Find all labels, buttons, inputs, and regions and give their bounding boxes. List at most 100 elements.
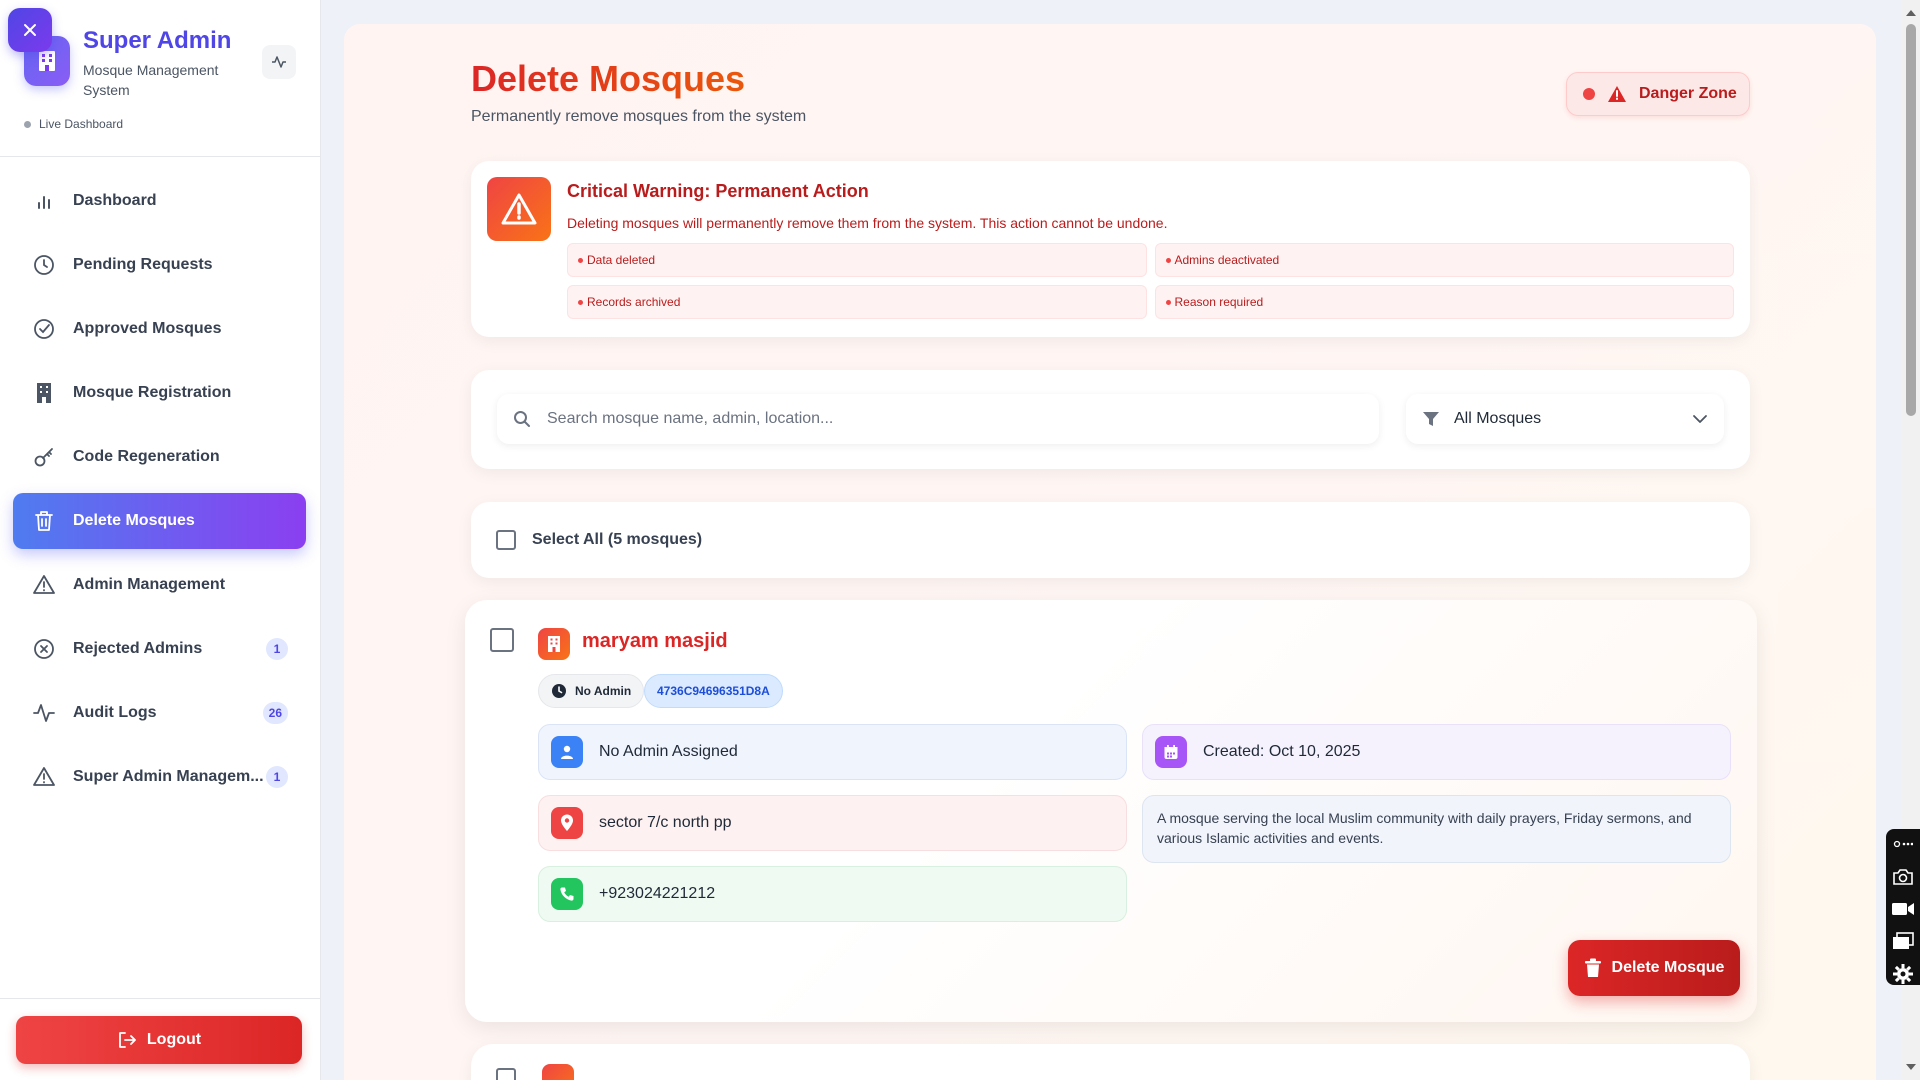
page-title: Delete Mosques	[471, 58, 746, 99]
sidebar-item-label: Approved Mosques	[73, 320, 222, 337]
count-badge: 26	[262, 702, 288, 724]
building-icon	[39, 51, 55, 71]
activity-icon	[272, 56, 286, 68]
brand-title: Super Admin	[83, 27, 232, 54]
sidebar-item-label: Mosque Registration	[73, 384, 232, 401]
live-status: Live Dashboard	[24, 117, 123, 131]
search-box[interactable]	[497, 394, 1379, 444]
phone-info: +923024221212	[538, 866, 1127, 922]
sidebar-footer-divider	[0, 998, 321, 999]
video-camera-icon[interactable]	[1891, 898, 1915, 920]
building-icon	[542, 1064, 574, 1080]
delete-mosque-label: Delete Mosque	[1611, 959, 1725, 976]
mosque-select-checkbox[interactable]	[496, 1068, 516, 1080]
logout-button[interactable]: Logout	[16, 1016, 302, 1064]
sidebar-item-label: Dashboard	[73, 192, 157, 209]
status-badge-label: No Admin	[575, 684, 632, 698]
location-info: sector 7/c north pp	[538, 795, 1127, 851]
bullet-icon	[1165, 299, 1171, 305]
sidebar-item-mosque-registration[interactable]: Mosque Registration	[13, 365, 306, 421]
activity-button[interactable]	[262, 45, 296, 79]
sidebar-nav: Dashboard Pending Requests Approved Mosq…	[13, 173, 306, 813]
camera-icon[interactable]	[1891, 865, 1915, 887]
select-all-checkbox[interactable]	[496, 530, 516, 550]
warning-point: Reason required	[1154, 285, 1734, 319]
warning-point: Records archived	[567, 285, 1147, 319]
created-value: Created: Oct 10, 2025	[1203, 743, 1361, 760]
more-options-icon[interactable]	[1891, 833, 1915, 855]
scrollbar-thumb[interactable]	[1906, 24, 1916, 416]
bullet-icon	[578, 299, 583, 305]
logout-label: Logout	[146, 1031, 202, 1048]
sidebar: Super Admin Mosque Management System Liv…	[0, 0, 321, 1080]
sidebar-item-label: Rejected Admins	[73, 640, 203, 657]
admin-info: No Admin Assigned	[538, 724, 1127, 780]
select-value: All Mosques	[1454, 410, 1542, 427]
mosque-card: maryam masjid No Admin 4736C94696351D8A …	[465, 600, 1757, 1022]
delete-mosque-button[interactable]: Delete Mosque	[1568, 940, 1740, 996]
admin-value: No Admin Assigned	[599, 743, 738, 760]
close-sidebar-button[interactable]	[8, 8, 52, 52]
search-icon	[514, 411, 530, 427]
status-dot-icon	[1583, 88, 1595, 100]
live-label: Live Dashboard	[39, 117, 124, 131]
sidebar-divider	[0, 156, 321, 157]
sidebar-item-label: Delete Mosques	[73, 512, 195, 529]
mosque-name: maryam masjid	[582, 630, 728, 652]
x-circle-icon	[31, 636, 57, 662]
check-circle-icon	[31, 316, 57, 342]
select-all-card: Select All (5 mosques)	[471, 502, 1750, 578]
warning-point-label: Records archived	[587, 295, 681, 309]
search-input[interactable]	[547, 410, 1347, 428]
mosque-filter-select[interactable]: All Mosques	[1406, 394, 1724, 444]
activity-icon	[31, 700, 57, 726]
sidebar-item-rejected-admins[interactable]: Rejected Admins 1	[13, 621, 306, 677]
key-icon	[31, 444, 57, 470]
count-badge: 1	[266, 766, 288, 788]
clock-icon	[552, 684, 566, 698]
mosque-select-checkbox[interactable]	[490, 628, 514, 652]
sidebar-item-label: Super Admin Managem...	[73, 768, 264, 785]
calendar-icon	[1155, 736, 1187, 768]
sidebar-item-super-admin-management[interactable]: Super Admin Managem... 1	[13, 749, 306, 805]
status-badge: No Admin	[538, 674, 645, 708]
warning-point-label: Data deleted	[587, 253, 656, 267]
close-icon	[24, 24, 36, 36]
gear-icon[interactable]	[1891, 963, 1915, 985]
sidebar-item-admin-management[interactable]: Admin Management	[13, 557, 306, 613]
building-icon	[31, 380, 57, 406]
phone-value: +923024221212	[599, 885, 716, 902]
mosque-code-badge: 4736C94696351D8A	[644, 674, 783, 708]
bullet-icon	[1165, 257, 1171, 263]
sidebar-item-delete-mosques[interactable]: Delete Mosques	[13, 493, 306, 549]
sidebar-item-code-regeneration[interactable]: Code Regeneration	[13, 429, 306, 485]
warning-triangle-icon	[31, 572, 57, 598]
sidebar-item-audit-logs[interactable]: Audit Logs 26	[13, 685, 306, 741]
trash-icon	[1584, 958, 1601, 977]
mosque-card	[471, 1044, 1750, 1080]
warning-text: Deleting mosques will permanently remove…	[567, 215, 1168, 231]
main-content: Delete Mosques Permanently remove mosque…	[344, 24, 1876, 1080]
warning-point: Data deleted	[567, 243, 1147, 277]
windows-icon[interactable]	[1891, 930, 1915, 952]
warning-triangle-icon	[31, 764, 57, 790]
mosque-description: A mosque serving the local Muslim commun…	[1142, 795, 1731, 863]
sidebar-item-pending-requests[interactable]: Pending Requests	[13, 237, 306, 293]
scroll-down-arrow-icon[interactable]	[1906, 1064, 1916, 1070]
filter-card: All Mosques	[471, 370, 1750, 469]
trash-icon	[31, 508, 57, 534]
sidebar-item-approved-mosques[interactable]: Approved Mosques	[13, 301, 306, 357]
live-dot-icon	[24, 120, 31, 128]
warning-point: Admins deactivated	[1154, 243, 1734, 277]
scroll-up-arrow-icon[interactable]	[1906, 10, 1916, 16]
created-info: Created: Oct 10, 2025	[1142, 724, 1731, 780]
sidebar-item-label: Code Regeneration	[73, 448, 220, 465]
critical-warning-card: Critical Warning: Permanent Action Delet…	[471, 161, 1750, 337]
warning-triangle-icon	[1608, 86, 1626, 102]
sidebar-item-label: Admin Management	[73, 576, 226, 593]
logout-icon	[118, 1032, 136, 1048]
warning-title: Critical Warning: Permanent Action	[567, 181, 869, 201]
sidebar-item-dashboard[interactable]: Dashboard	[13, 173, 306, 229]
select-all-row: Select All (5 mosques)	[496, 530, 702, 550]
sidebar-item-label: Audit Logs	[73, 704, 157, 721]
